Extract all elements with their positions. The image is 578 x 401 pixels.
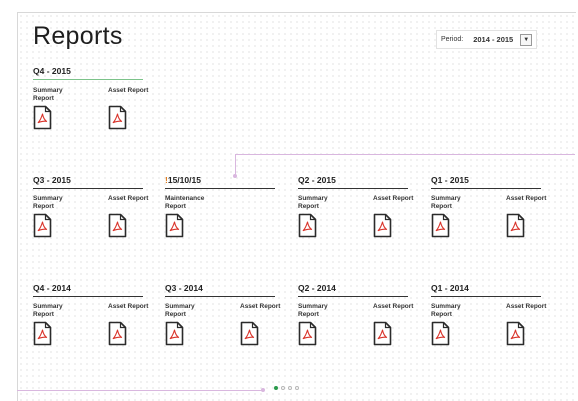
page-title: Reports — [33, 22, 123, 50]
report-group-title: Q2 - 2015 — [298, 175, 408, 189]
page-dot[interactable] — [274, 386, 278, 390]
pdf-icon[interactable] — [33, 321, 52, 346]
timeline-marker — [261, 388, 265, 392]
report-item[interactable]: Summary Report — [431, 195, 477, 238]
pdf-icon[interactable] — [506, 213, 525, 238]
report-item[interactable]: Summary Report — [298, 303, 344, 346]
report-label: Asset Report — [373, 303, 414, 310]
report-item[interactable]: Asset Report — [373, 195, 419, 238]
report-label: Maintenance Report — [165, 195, 205, 210]
page-dot[interactable] — [288, 386, 292, 390]
report-group-title-text: Q4 - 2015 — [33, 66, 71, 76]
timeline-connector — [235, 154, 236, 176]
pdf-icon[interactable] — [298, 213, 317, 238]
report-item[interactable]: Summary Report — [33, 303, 79, 346]
report-group: Q2 - 2015 Summary Report Asset Report — [298, 175, 413, 265]
timeline-connector — [235, 154, 575, 155]
pdf-icon[interactable] — [298, 321, 317, 346]
report-group: Q3 - 2014 Summary Report Asset Report — [165, 283, 280, 373]
report-label: Asset Report — [373, 195, 414, 202]
page-dot[interactable] — [281, 386, 285, 390]
report-group: Q4 - 2015 Summary Report Asset Report — [33, 66, 148, 156]
pdf-icon[interactable] — [506, 321, 525, 346]
report-label: Asset Report — [506, 303, 547, 310]
report-group-title: Q1 - 2015 — [431, 175, 541, 189]
pdf-icon[interactable] — [240, 321, 259, 346]
report-item[interactable]: Asset Report — [506, 303, 552, 346]
report-group-title-text: Q1 - 2014 — [431, 283, 469, 293]
report-group-title: Q4 - 2014 — [33, 283, 143, 297]
report-label: Summary Report — [165, 303, 195, 318]
report-group-title: Q2 - 2014 — [298, 283, 408, 297]
report-label: Asset Report — [506, 195, 547, 202]
report-item[interactable]: Summary Report — [165, 303, 211, 346]
page-dot[interactable] — [295, 386, 299, 390]
report-group: Q1 - 2015 Summary Report Asset Report — [431, 175, 546, 265]
pdf-icon[interactable] — [373, 321, 392, 346]
report-label: Asset Report — [108, 195, 149, 202]
pdf-icon[interactable] — [431, 213, 450, 238]
report-group-title-text: Q2 - 2015 — [298, 175, 336, 185]
report-item[interactable]: Summary Report — [33, 87, 79, 130]
pdf-icon[interactable] — [165, 321, 184, 346]
report-group-title-text: Q2 - 2014 — [298, 283, 336, 293]
report-group-title-text: Q3 - 2015 — [33, 175, 71, 185]
report-label: Summary Report — [431, 195, 461, 210]
report-label: Summary Report — [298, 303, 328, 318]
report-item[interactable]: Asset Report — [108, 195, 154, 238]
report-group-title: !15/10/15 — [165, 175, 275, 189]
report-label: Summary Report — [33, 195, 63, 210]
report-group: Q4 - 2014 Summary Report Asset Report — [33, 283, 148, 373]
report-label: Asset Report — [240, 303, 281, 310]
report-item[interactable]: Asset Report — [108, 87, 154, 130]
report-item[interactable]: Summary Report — [33, 195, 79, 238]
triangle-down-icon[interactable]: ▼ — [520, 33, 533, 46]
report-group-title: Q4 - 2015 — [33, 66, 143, 80]
report-group-title: Q3 - 2015 — [33, 175, 143, 189]
pdf-icon[interactable] — [108, 105, 127, 130]
pdf-icon[interactable] — [33, 213, 52, 238]
pdf-icon[interactable] — [108, 213, 127, 238]
report-label: Summary Report — [33, 303, 63, 318]
pdf-icon[interactable] — [108, 321, 127, 346]
report-item[interactable]: Asset Report — [240, 303, 286, 346]
report-item[interactable]: Summary Report — [431, 303, 477, 346]
report-item[interactable]: Summary Report — [298, 195, 344, 238]
report-label: Summary Report — [33, 87, 63, 102]
report-item[interactable]: Maintenance Report — [165, 195, 211, 238]
report-label: Summary Report — [431, 303, 461, 318]
report-group-title-text: Q4 - 2014 — [33, 283, 71, 293]
report-group-title-text: Q1 - 2015 — [431, 175, 469, 185]
report-group-title-text: 15/10/15 — [167, 175, 201, 185]
report-group-title: Q1 - 2014 — [431, 283, 541, 297]
pdf-icon[interactable] — [33, 105, 52, 130]
report-group: Q2 - 2014 Summary Report Asset Report — [298, 283, 413, 373]
report-item[interactable]: Asset Report — [108, 303, 154, 346]
pdf-icon[interactable] — [165, 213, 184, 238]
report-group: Q3 - 2015 Summary Report Asset Report — [33, 175, 148, 265]
report-label: Asset Report — [108, 303, 149, 310]
report-label: Summary Report — [298, 195, 328, 210]
timeline-connector — [17, 390, 263, 391]
report-group-title-text: Q3 - 2014 — [165, 283, 203, 293]
pagination-dots — [274, 386, 299, 390]
pdf-icon[interactable] — [431, 321, 450, 346]
pdf-icon[interactable] — [373, 213, 392, 238]
report-item[interactable]: Asset Report — [373, 303, 419, 346]
period-value: 2014 - 2015 — [473, 35, 514, 44]
report-item[interactable]: Asset Report — [506, 195, 552, 238]
period-selector[interactable]: Period: 2014 - 2015 ▼ — [436, 30, 538, 49]
period-label: Period: — [441, 36, 464, 43]
report-group: !15/10/15 Maintenance Report — [165, 175, 275, 265]
report-label: Asset Report — [108, 87, 149, 94]
report-group-title: Q3 - 2014 — [165, 283, 275, 297]
report-group: Q1 - 2014 Summary Report Asset Report — [431, 283, 546, 373]
